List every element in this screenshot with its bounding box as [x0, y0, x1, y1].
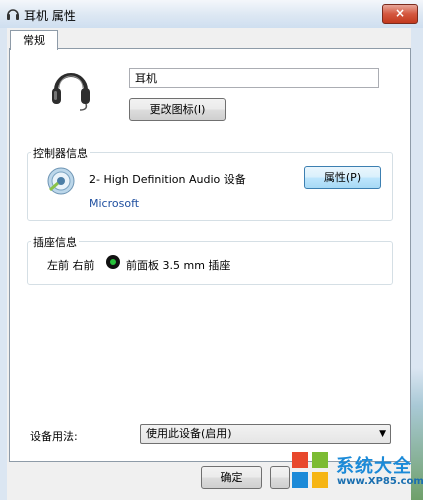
device-usage-value: 使用此设备(启用): [146, 427, 232, 440]
jack-location: 左前 右前: [47, 259, 95, 272]
jack-description: 前面板 3.5 mm 插座: [126, 259, 231, 272]
window-frame-right: [411, 28, 423, 500]
logo-square-blue: [292, 472, 308, 488]
ok-button[interactable]: 确定: [201, 466, 262, 489]
headphone-icon: [52, 73, 90, 111]
controller-info-title: 控制器信息: [31, 145, 90, 161]
window-title: 耳机 属性: [24, 9, 76, 23]
jack-info-title: 插座信息: [31, 234, 79, 250]
watermark-brand: 系统大全: [336, 456, 412, 477]
controller-vendor: Microsoft: [89, 197, 140, 210]
properties-button[interactable]: 属性(P): [304, 166, 381, 189]
jack-color-indicator: [106, 255, 120, 269]
title-bar: 耳机 属性 ×: [0, 0, 423, 29]
device-usage-select[interactable]: 使用此设备(启用) ▼: [140, 424, 391, 444]
logo-square-green: [312, 452, 328, 468]
device-usage-label: 设备用法:: [30, 430, 78, 443]
chevron-down-icon: ▼: [379, 429, 386, 439]
device-name-input[interactable]: [129, 68, 379, 88]
window-frame-left: [0, 28, 7, 500]
headphone-icon: [7, 9, 19, 20]
logo-square-red: [292, 452, 308, 468]
controller-device-name: 2- High Definition Audio 设备: [89, 173, 246, 186]
change-icon-button[interactable]: 更改图标(I): [129, 98, 226, 121]
speaker-audio-icon: [47, 167, 75, 195]
logo-square-yellow: [312, 472, 328, 488]
tab-general[interactable]: 常规: [10, 30, 58, 50]
cancel-button[interactable]: [270, 466, 290, 489]
watermark-site: www.XP85.com: [337, 476, 423, 487]
close-icon: ×: [394, 6, 406, 20]
close-button[interactable]: ×: [382, 4, 418, 24]
